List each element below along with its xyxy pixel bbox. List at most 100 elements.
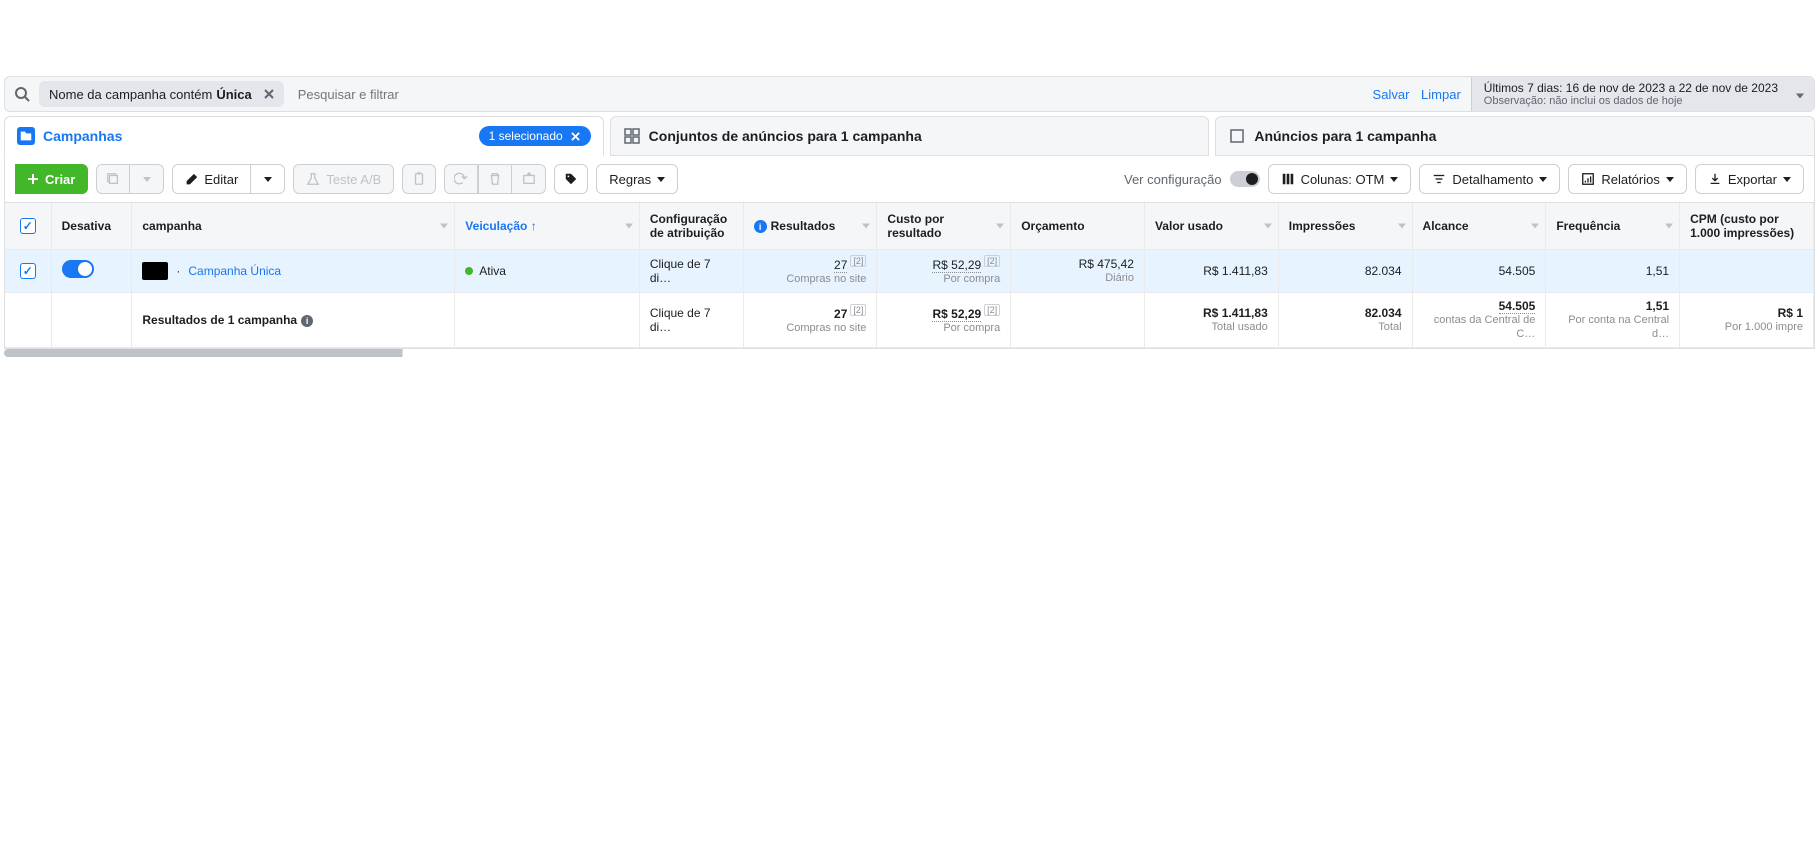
toolbar: Criar Editar Teste A/B Regras	[4, 156, 1815, 203]
impressions-cell: 82.034	[1278, 249, 1412, 292]
export-button[interactable]: Exportar	[1695, 164, 1804, 194]
sort-icon	[625, 223, 633, 228]
filter-chip-prefix: Nome da campanha contém	[49, 87, 212, 102]
col-delivery[interactable]: Veiculação ↑	[455, 203, 640, 249]
sort-asc-icon: ↑	[531, 219, 537, 233]
campaign-prefix: ·	[176, 264, 180, 278]
delete-button[interactable]	[478, 164, 512, 194]
summary-frequency: 1,51 Por conta na Central d…	[1546, 292, 1680, 348]
undo-button[interactable]	[444, 164, 478, 194]
col-amount-spent[interactable]: Valor usado	[1144, 203, 1278, 249]
sort-icon	[1665, 223, 1673, 228]
summary-attribution: Clique de 7 di…	[639, 292, 743, 348]
chevron-down-icon	[657, 177, 665, 182]
reports-label: Relatórios	[1601, 172, 1660, 187]
filter-chip[interactable]: Nome da campanha contém Única	[39, 81, 284, 107]
tab-campaigns[interactable]: Campanhas 1 selecionado	[4, 116, 604, 156]
campaigns-table: Desativa campanha Veiculação ↑ Configura…	[5, 203, 1814, 348]
summary-label-cell: Resultados de 1 campanhai	[132, 292, 455, 348]
header-row: Desativa campanha Veiculação ↑ Configura…	[5, 203, 1814, 249]
search-input[interactable]	[292, 87, 1355, 102]
columns-button[interactable]: Colunas: OTM	[1268, 164, 1412, 194]
export-label: Exportar	[1728, 172, 1777, 187]
tab-adsets-label: Conjuntos de anúncios para 1 campanha	[649, 128, 922, 144]
checkbox-all[interactable]	[20, 218, 36, 234]
breakdown-label: Detalhamento	[1452, 172, 1533, 187]
edit-dropdown[interactable]	[251, 164, 285, 194]
tab-campaigns-label: Campanhas	[43, 128, 122, 144]
edit-button[interactable]: Editar	[172, 164, 251, 194]
spent-cell: R$ 1.411,83	[1144, 249, 1278, 292]
col-off-on[interactable]: Desativa	[51, 203, 132, 249]
undo-delete-group	[444, 164, 546, 194]
cpr-cell: R$ 52,29[2] Por compra	[877, 249, 1011, 292]
tab-adsets[interactable]: Conjuntos de anúncios para 1 campanha	[610, 116, 1210, 156]
sort-icon	[1264, 223, 1272, 228]
summary-cpr: R$ 52,29[2] Por compra	[877, 292, 1011, 348]
clear-selection-icon[interactable]	[569, 129, 583, 143]
table-row[interactable]: · Campanha Única Ativa Clique de 7 di… 2…	[5, 249, 1814, 292]
campaign-link[interactable]: Campanha Única	[188, 264, 281, 278]
chevron-down-icon	[1783, 177, 1791, 182]
clear-link[interactable]: Limpar	[1421, 87, 1461, 102]
edit-button-group: Editar	[172, 164, 285, 194]
summary-reach: 54.505 contas da Central de C…	[1412, 292, 1546, 348]
create-button-label: Criar	[45, 172, 75, 187]
copy-button[interactable]	[402, 164, 436, 194]
sort-icon	[440, 223, 448, 228]
col-select-all[interactable]	[5, 203, 51, 249]
breakdown-button[interactable]: Detalhamento	[1419, 164, 1560, 194]
sort-icon	[1531, 223, 1539, 228]
toggle-switch[interactable]	[1230, 171, 1260, 187]
col-frequency[interactable]: Frequência	[1546, 203, 1680, 249]
cpm-cell	[1680, 249, 1814, 292]
date-range-label: Últimos 7 dias: 16 de nov de 2023 a 22 d…	[1484, 81, 1778, 95]
create-button[interactable]: Criar	[15, 164, 88, 194]
col-budget[interactable]: Orçamento	[1011, 203, 1145, 249]
tag-button[interactable]	[554, 164, 588, 194]
ab-test-button[interactable]: Teste A/B	[293, 164, 394, 194]
delivery-cell: Ativa	[455, 249, 640, 292]
summary-results: 27[2] Compras no site	[743, 292, 877, 348]
export-icon-button[interactable]	[512, 164, 546, 194]
col-attribution[interactable]: Configuração de atribuição	[639, 203, 743, 249]
ads-icon	[1228, 127, 1246, 145]
budget-cell: R$ 475,42 Diário	[1011, 249, 1145, 292]
edit-button-label: Editar	[204, 172, 238, 187]
summary-cpm: R$ 1 Por 1.000 impre	[1680, 292, 1814, 348]
date-range-note: Observação: não inclui os dados de hoje	[1484, 95, 1778, 107]
horizontal-scrollbar[interactable]	[4, 349, 1815, 357]
filter-chip-value: Única	[216, 87, 251, 102]
create-button-group: Criar	[15, 164, 88, 194]
row-toggle[interactable]	[62, 260, 94, 278]
duplicate-button[interactable]	[96, 164, 130, 194]
data-table-wrap: Desativa campanha Veiculação ↑ Configura…	[4, 203, 1815, 349]
col-results[interactable]: iResultados	[743, 203, 877, 249]
duplicate-button-group	[96, 164, 164, 194]
col-campaign[interactable]: campanha	[132, 203, 455, 249]
folder-icon	[17, 127, 35, 145]
rules-button[interactable]: Regras	[596, 164, 678, 194]
tab-ads-label: Anúncios para 1 campanha	[1254, 128, 1436, 144]
remove-filter-icon[interactable]	[260, 85, 278, 103]
info-icon[interactable]: i	[301, 315, 313, 327]
adsets-icon	[623, 127, 641, 145]
col-cost-per-result[interactable]: Custo por resultado	[877, 203, 1011, 249]
duplicate-dropdown[interactable]	[130, 164, 164, 194]
row-checkbox[interactable]	[20, 263, 36, 279]
col-cpm[interactable]: CPM (custo por 1.000 impressões)	[1680, 203, 1814, 249]
summary-spent: R$ 1.411,83 Total usado	[1144, 292, 1278, 348]
tab-ads[interactable]: Anúncios para 1 campanha	[1215, 116, 1815, 156]
date-range-picker[interactable]: Últimos 7 dias: 16 de nov de 2023 a 22 d…	[1471, 77, 1814, 111]
selected-count-label: 1 selecionado	[489, 129, 563, 143]
col-reach[interactable]: Alcance	[1412, 203, 1546, 249]
chevron-down-icon	[1390, 177, 1398, 182]
search-icon	[5, 86, 39, 102]
ab-test-label: Teste A/B	[326, 172, 381, 187]
view-config-toggle[interactable]: Ver configuração	[1124, 171, 1260, 187]
reports-button[interactable]: Relatórios	[1568, 164, 1687, 194]
chevron-down-icon	[1666, 177, 1674, 182]
col-impressions[interactable]: Impressões	[1278, 203, 1412, 249]
save-link[interactable]: Salvar	[1373, 87, 1410, 102]
status-dot-icon	[465, 267, 473, 275]
